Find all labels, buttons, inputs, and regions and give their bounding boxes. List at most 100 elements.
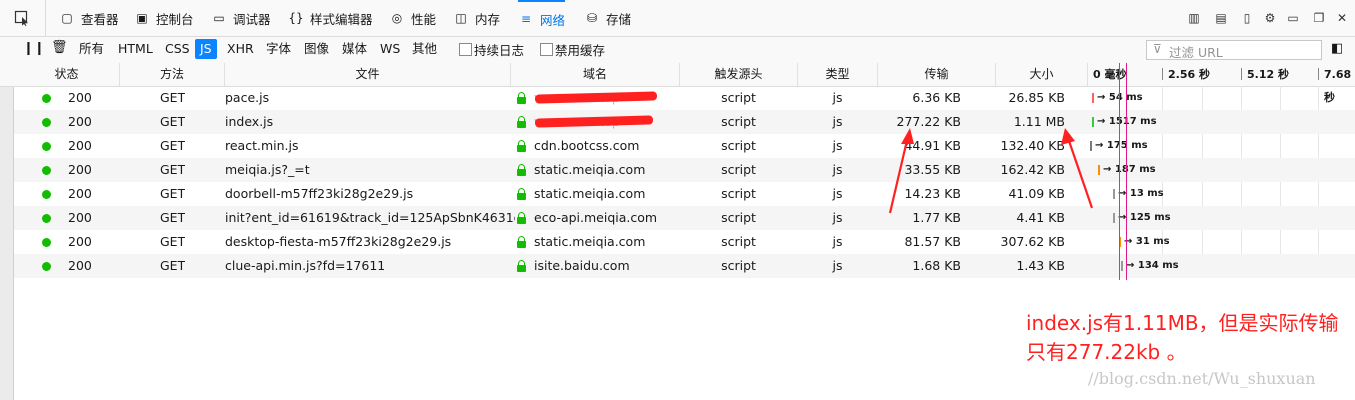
secure-lock-icon (517, 164, 526, 176)
secure-lock-icon (517, 260, 526, 272)
domain: eco-api.meiqia.com (534, 210, 658, 225)
size: 1.43 KB (1016, 258, 1065, 273)
table-row[interactable]: 200 GET clue-api.min.js?fd=17611 isite.baid… (14, 254, 1355, 278)
filter-all[interactable]: 所有 (74, 39, 109, 59)
performance-icon: ◎ (391, 11, 403, 25)
filter-media[interactable]: 媒体 (337, 39, 372, 59)
method: GET (160, 258, 186, 273)
memory-icon: ◫ (455, 11, 467, 25)
tab-debugger[interactable]: ▭ 调试器 (211, 0, 270, 36)
file-name: clue-api.min.js?fd=17611 (225, 258, 386, 273)
tab-style-editor[interactable]: {} 样式编辑器 (288, 0, 372, 36)
clear-trash-icon[interactable]: 🗑 (51, 40, 68, 55)
element-picker-button[interactable] (0, 0, 46, 36)
table-row[interactable]: 200 GET doorbell-m57ff23ki28g2e29.js static… (14, 182, 1355, 206)
status-ok-dot-icon (42, 214, 51, 223)
status-code: 200 (68, 162, 92, 177)
initiator: script (721, 258, 756, 273)
column-size[interactable]: 大小 (996, 63, 1088, 86)
initiator: script (721, 186, 756, 201)
method: GET (160, 114, 186, 129)
method: GET (160, 90, 186, 105)
column-type[interactable]: 类型 (798, 63, 878, 86)
initiator: script (721, 114, 756, 129)
type: js (832, 114, 843, 129)
undock-window-icon[interactable]: ❐ (1311, 11, 1327, 25)
secure-lock-icon (517, 188, 526, 200)
table-row[interactable]: 200 GET react.min.js cdn.bootcss.com script j… (14, 134, 1355, 158)
watermark: //blog.csdn.net/Wu_shuxuan (1088, 369, 1316, 388)
tick-mark (1318, 68, 1319, 80)
tab-console[interactable]: ▣ 控制台 (134, 0, 193, 36)
scratchpad-icon[interactable]: ▤ (1213, 11, 1229, 25)
method: GET (160, 138, 186, 153)
disable-cache-checkbox[interactable] (540, 43, 553, 56)
filter-ws[interactable]: WS (375, 39, 405, 59)
domain: isite.baidu.com (534, 258, 630, 273)
style-editor-icon: {} (288, 11, 304, 25)
status-code: 200 (68, 210, 92, 225)
filter-images[interactable]: 图像 (299, 39, 334, 59)
filter-fonts[interactable]: 字体 (261, 39, 296, 59)
filter-css[interactable]: CSS (160, 39, 195, 59)
toggle-sidebar-icon[interactable]: ◧ (1331, 41, 1343, 56)
close-icon[interactable]: ✕ (1334, 11, 1350, 25)
annotation-line-1: index.js有1.11MB，但是实际传输 (1026, 311, 1339, 335)
secure-lock-icon (517, 236, 526, 248)
table-row[interactable]: 200 GET init?ent_id=61619&track_id=125ApSb… (14, 206, 1355, 230)
table-row[interactable]: 200GETpace.jswww.........topscriptjs6.36… (14, 86, 1355, 110)
column-domain[interactable]: 域名 (511, 63, 680, 86)
split-console-icon[interactable]: ▥ (1186, 11, 1202, 25)
status-code: 200 (68, 138, 92, 153)
tab-network[interactable]: ≡ 网络 (518, 0, 566, 36)
pause-icon[interactable]: ❙❙ (23, 41, 45, 56)
left-scrollbar[interactable] (0, 63, 14, 400)
column-status[interactable]: 状态 (14, 63, 120, 86)
filter-html[interactable]: HTML (113, 39, 158, 59)
table-row[interactable]: 200GETindex.jswww.........topscriptjs277… (14, 110, 1355, 134)
responsive-design-icon[interactable]: ▯ (1239, 11, 1255, 25)
status-ok-dot-icon (42, 238, 51, 247)
status-code: 200 (68, 258, 92, 273)
tick-mark (1162, 68, 1163, 80)
dock-bottom-icon[interactable]: ▭ (1285, 11, 1301, 25)
column-cause[interactable]: 触发源头 (680, 63, 798, 86)
annotation-text: index.js有1.11MB，但是实际传输 只有277.22kb 。 (1026, 309, 1355, 367)
file-name: init?ent_id=61619&track_id=125ApSbnK4631… (225, 210, 515, 225)
filter-other[interactable]: 其他 (407, 39, 442, 59)
table-row[interactable]: 200 GET meiqia.js?_=t static.meiqia.com scri… (14, 158, 1355, 182)
method: GET (160, 210, 186, 225)
tab-performance[interactable]: ◎ 性能 (389, 0, 436, 36)
network-filter-bar: ❙❙ 🗑 所有 HTML CSS JS XHR 字体 图像 媒体 WS 其他 持… (0, 37, 1355, 64)
tab-storage[interactable]: ⛁ 存储 (584, 0, 631, 36)
initiator: script (721, 210, 756, 225)
type: js (832, 210, 843, 225)
debugger-icon: ▭ (213, 11, 225, 25)
persist-logs-checkbox[interactable] (459, 43, 472, 56)
status-code: 200 (68, 90, 92, 105)
tab-memory[interactable]: ◫ 内存 (453, 0, 500, 36)
transferred: 1.68 KB (912, 258, 961, 273)
filter-xhr[interactable]: XHR (222, 39, 259, 59)
arrow-head (1061, 128, 1075, 145)
tab-inspector[interactable]: ▢ 查看器 (59, 0, 118, 36)
file-name: index.js (225, 114, 274, 129)
column-transferred[interactable]: 传输 (878, 63, 996, 86)
domain: static.meiqia.com (534, 234, 646, 249)
initiator: script (721, 90, 756, 105)
file-name: desktop-fiesta-m57ff23ki28g2e29.js (225, 234, 452, 249)
file-name: pace.js (225, 90, 270, 105)
column-file[interactable]: 文件 (225, 63, 511, 86)
status-ok-dot-icon (42, 262, 51, 271)
filter-url-input[interactable]: ⊽ 过滤 URL (1146, 40, 1322, 60)
settings-gear-icon[interactable]: ⚙ (1262, 11, 1278, 25)
type: js (832, 90, 843, 105)
file-name: doorbell-m57ff23ki28g2e29.js (225, 186, 414, 201)
type: js (832, 234, 843, 249)
filter-js[interactable]: JS (195, 39, 217, 59)
waterfall-tick-3: 7.68 秒 (1324, 68, 1352, 104)
type: js (832, 186, 843, 201)
status-ok-dot-icon (42, 190, 51, 199)
column-method[interactable]: 方法 (120, 63, 225, 86)
table-row[interactable]: 200 GET desktop-fiesta-m57ff23ki28g2e29.js… (14, 230, 1355, 254)
